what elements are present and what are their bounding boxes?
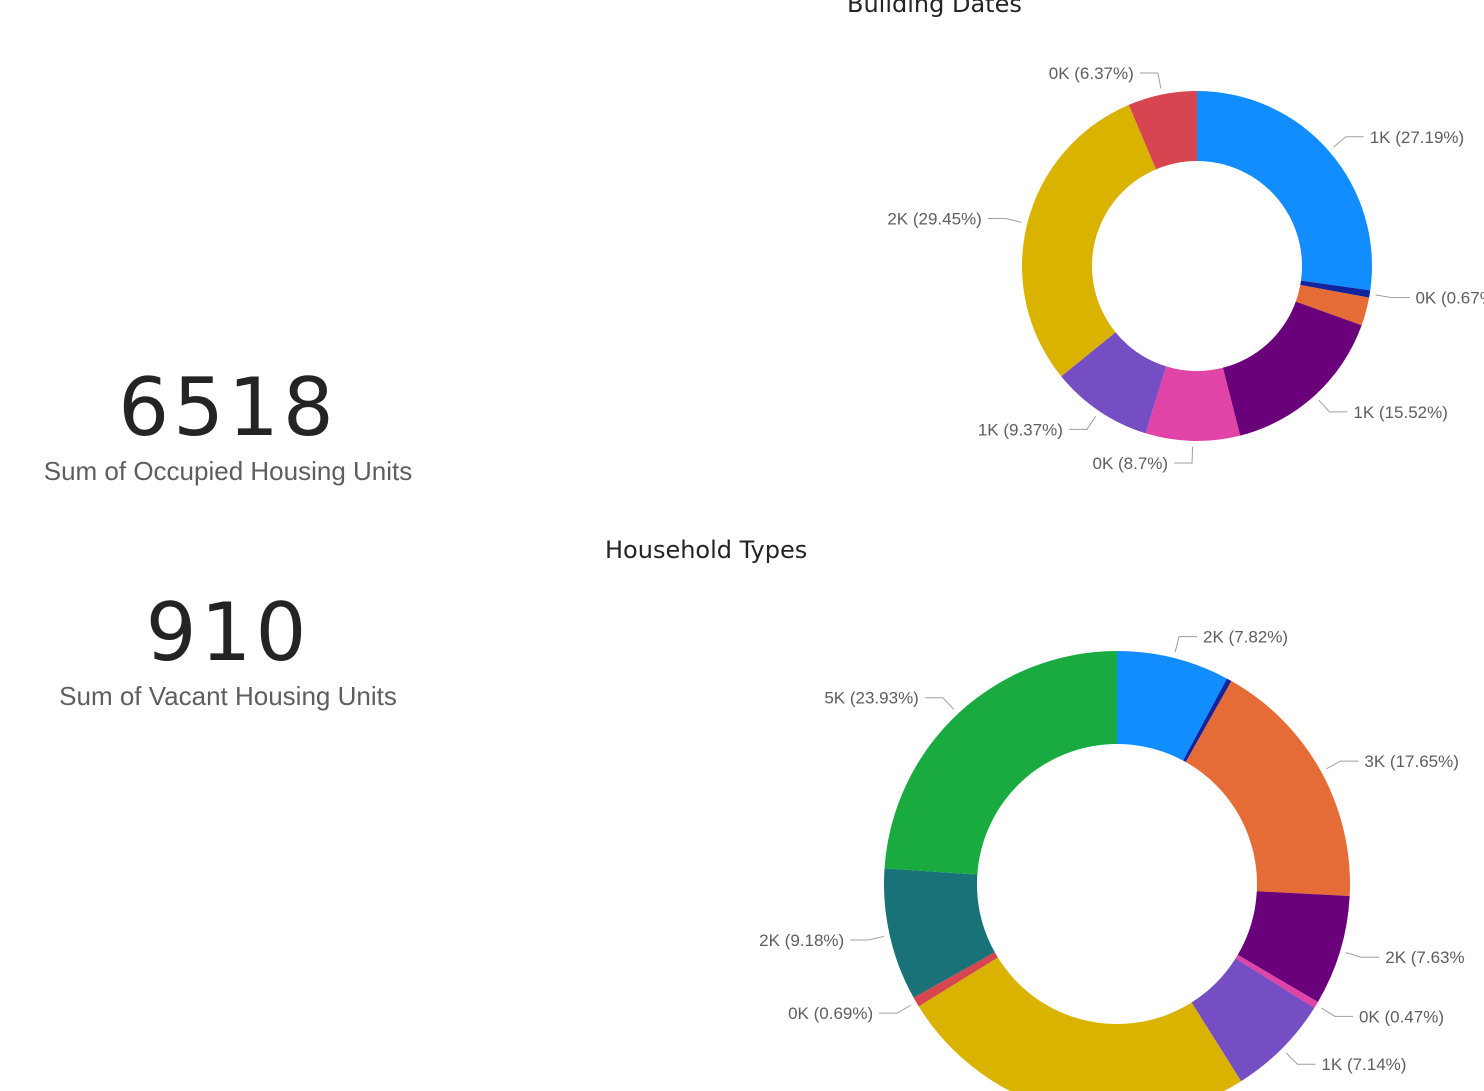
donut-1-data-label-4: 0K (0.47%) xyxy=(1359,1007,1444,1026)
donut-1-leader-4 xyxy=(1321,1007,1353,1017)
household-types-donut-chart: 2K (7.82%) 3K (17.65%) 2K (7.63% 0K (0.47%)… xyxy=(759,628,1465,1091)
donut-1-data-label-9: 5K (23.93%) xyxy=(824,689,919,708)
donut-1-leader-9 xyxy=(924,697,955,710)
donut-1-slice-9[interactable] xyxy=(884,651,1117,875)
donut-1-leader-2 xyxy=(1326,760,1359,770)
donut-1-leader-8 xyxy=(850,935,884,941)
donut-1-leader-5 xyxy=(1285,1052,1316,1065)
donut-1-data-label-7: 0K (0.69%) xyxy=(788,1004,873,1023)
donut-1-leader-3 xyxy=(1345,952,1380,958)
donut-1-leader-7 xyxy=(879,1004,912,1014)
donut-1-data-label-2: 3K (17.65%) xyxy=(1364,752,1459,771)
donut-1-slice-6[interactable] xyxy=(918,957,1242,1091)
donut-1-data-label-5: 1K (7.14%) xyxy=(1321,1055,1406,1074)
donut-1-data-label-8: 2K (9.18%) xyxy=(759,931,844,950)
donut-1-leader-0 xyxy=(1174,636,1198,653)
donut-1-data-label-3: 2K (7.63% xyxy=(1385,948,1464,967)
donut-1-data-label-0: 2K (7.82%) xyxy=(1203,628,1288,647)
